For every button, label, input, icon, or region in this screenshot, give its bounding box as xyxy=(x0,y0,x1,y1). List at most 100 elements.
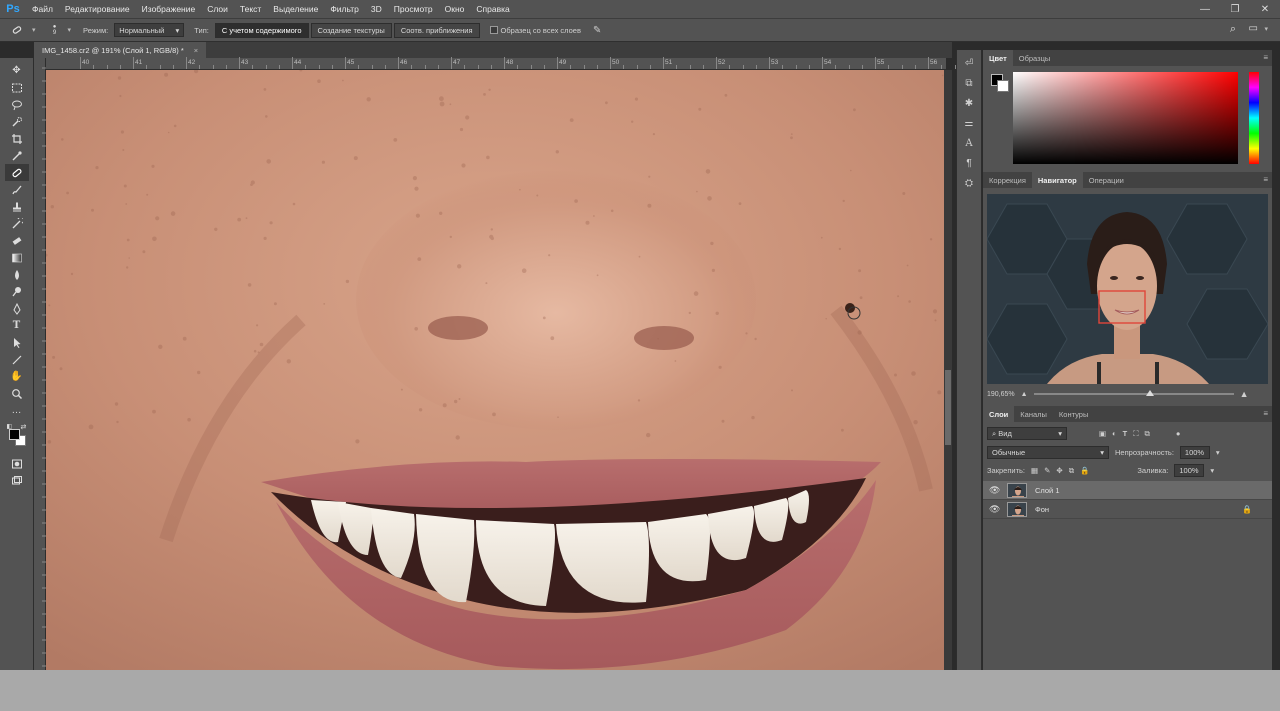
tab-actions[interactable]: Операции xyxy=(1083,172,1130,188)
workspace-icon[interactable]: ▭ xyxy=(1249,23,1258,34)
type-content-aware-button[interactable]: С учетом содержимого xyxy=(214,22,309,38)
filter-pixel-icon[interactable]: ▣ xyxy=(1099,429,1106,438)
filter-shape-icon[interactable]: ⛶ xyxy=(1133,429,1138,439)
layer-filter-select[interactable]: ⌕ Вид ▾ xyxy=(987,427,1067,440)
menu-item[interactable]: Справка xyxy=(470,4,515,14)
vertical-scrollbar[interactable] xyxy=(944,70,952,670)
swap-colors-icon[interactable]: ⇄ xyxy=(21,423,27,431)
gradient-tool-icon[interactable] xyxy=(5,249,29,266)
panel-menu-icon[interactable]: ≡ xyxy=(1263,409,1268,418)
chevron-down-icon[interactable]: ▾ xyxy=(1210,466,1214,475)
quick-mask-icon[interactable] xyxy=(5,455,29,472)
layer-row[interactable]: 👁 Фон 🔒 xyxy=(983,500,1272,519)
lock-pixels-icon[interactable]: ✎ xyxy=(1044,466,1050,475)
foreground-color-swatch[interactable] xyxy=(8,429,20,440)
visibility-eye-icon[interactable]: 👁 xyxy=(989,504,1000,515)
type-proximity-match-button[interactable]: Соотв. приближения xyxy=(393,22,480,38)
blend-mode-select[interactable]: Обычные ▾ xyxy=(987,446,1109,459)
crop-tool-icon[interactable] xyxy=(5,130,29,147)
menu-item[interactable]: Фильтр xyxy=(324,4,365,14)
lasso-tool-icon[interactable] xyxy=(5,96,29,113)
hue-slider[interactable] xyxy=(1249,72,1259,164)
properties-panel-icon[interactable]: ⧉ xyxy=(959,74,979,92)
mode-select[interactable]: Нормальный ▾ xyxy=(114,23,185,37)
tab-layers[interactable]: Слои xyxy=(983,406,1015,422)
move-tool-icon[interactable]: ✥ xyxy=(5,62,29,79)
panel-menu-icon[interactable]: ≡ xyxy=(1263,175,1268,184)
layer-row[interactable]: 👁 Слой 1 xyxy=(983,481,1272,500)
healing-brush-tool-icon[interactable] xyxy=(4,164,29,181)
search-icon[interactable]: ⌕ xyxy=(1230,23,1236,36)
history-brush-tool-icon[interactable] xyxy=(5,215,29,232)
opacity-input[interactable]: 100% xyxy=(1179,446,1210,459)
brush-tool-icon[interactable] xyxy=(5,181,29,198)
tab-adjustments[interactable]: Коррекция xyxy=(983,172,1032,188)
tab-swatches[interactable]: Образцы xyxy=(1013,50,1057,66)
tab-close-icon[interactable]: × xyxy=(194,46,198,55)
color-picker-field[interactable] xyxy=(1013,72,1238,164)
menu-item[interactable]: Изображение xyxy=(136,4,202,14)
scrollbar-thumb[interactable] xyxy=(945,370,951,445)
eraser-tool-icon[interactable] xyxy=(5,232,29,249)
healing-brush-icon[interactable] xyxy=(8,22,26,38)
menu-item[interactable]: Слои xyxy=(201,4,234,14)
panel-menu-icon[interactable]: ≡ xyxy=(1263,53,1268,62)
tab-channels[interactable]: Каналы xyxy=(1014,406,1053,422)
menu-item[interactable]: 3D xyxy=(365,4,388,14)
pen-tool-icon[interactable] xyxy=(5,300,29,317)
tab-navigator[interactable]: Навигатор xyxy=(1031,172,1083,188)
menu-item[interactable]: Редактирование xyxy=(59,4,136,14)
filter-adjustment-icon[interactable]: ◐ xyxy=(1112,429,1117,438)
menu-item[interactable]: Файл xyxy=(26,4,59,14)
navigator-zoom-value[interactable]: 190,65% xyxy=(987,391,1015,398)
eyedropper-tool-icon[interactable] xyxy=(5,147,29,164)
document-canvas[interactable] xyxy=(46,70,944,670)
paragraph-panel-icon[interactable]: ¶ xyxy=(959,154,979,172)
filter-toggle-icon[interactable]: ● xyxy=(1176,429,1181,438)
sample-all-layers-checkbox[interactable]: Образец со всех слоев xyxy=(489,26,581,35)
zoom-tool-icon[interactable] xyxy=(5,385,29,402)
blur-tool-icon[interactable] xyxy=(5,266,29,283)
brush-chevron-icon[interactable]: ▾ xyxy=(68,26,72,34)
lock-transparency-icon[interactable]: ▦ xyxy=(1031,466,1038,475)
type-create-texture-button[interactable]: Создание текстуры xyxy=(310,22,392,38)
filter-smart-object-icon[interactable]: ⧉ xyxy=(1144,429,1149,439)
tab-color[interactable]: Цвет xyxy=(983,50,1013,66)
menu-item[interactable]: Текст xyxy=(234,4,267,14)
menu-item[interactable]: Просмотр xyxy=(388,4,439,14)
line-tool-icon[interactable] xyxy=(5,351,29,368)
character-panel-icon[interactable]: A xyxy=(959,134,979,152)
menu-item[interactable]: Выделение xyxy=(267,4,324,14)
lock-artboard-icon[interactable]: ⧉ xyxy=(1069,466,1074,476)
history-panel-icon[interactable]: ⏎ xyxy=(959,54,979,72)
dodge-tool-icon[interactable] xyxy=(5,283,29,300)
brushes-panel-icon[interactable]: ✱ xyxy=(959,94,979,112)
brush-size-picker[interactable]: ● 9 xyxy=(48,24,62,36)
fill-input[interactable]: 100% xyxy=(1174,464,1205,477)
filter-type-icon[interactable]: T xyxy=(1123,429,1128,438)
more-tools-icon[interactable]: … xyxy=(5,402,29,419)
tab-paths[interactable]: Контуры xyxy=(1053,406,1094,422)
background-color-swatch[interactable] xyxy=(997,80,1009,92)
navigator-zoom-slider[interactable] xyxy=(1033,390,1234,396)
layer-thumbnail[interactable] xyxy=(1007,482,1027,498)
chevron-down-icon[interactable]: ▾ xyxy=(1216,448,1220,457)
minimize-icon[interactable]: — xyxy=(1190,0,1220,18)
pressure-size-icon[interactable]: ✎ xyxy=(593,25,601,36)
color-swatches[interactable]: ◧ ⇄ xyxy=(5,423,29,451)
lock-position-icon[interactable]: ✥ xyxy=(1056,466,1062,475)
workspace-chevron-icon[interactable]: ▾ xyxy=(1264,25,1268,33)
hand-tool-icon[interactable]: ✋ xyxy=(5,368,29,385)
lock-all-icon[interactable]: 🔒 xyxy=(1080,466,1089,475)
path-selection-tool-icon[interactable] xyxy=(5,334,29,351)
marquee-tool-icon[interactable] xyxy=(5,79,29,96)
visibility-eye-icon[interactable]: 👁 xyxy=(989,485,1000,496)
document-tab[interactable]: IMG_1458.cr2 @ 191% (Слой 1, RGB/8) * × xyxy=(34,42,207,58)
clone-stamp-tool-icon[interactable] xyxy=(5,198,29,215)
navigator-preview[interactable] xyxy=(987,194,1268,384)
quick-selection-tool-icon[interactable] xyxy=(5,113,29,130)
menu-item[interactable]: Окно xyxy=(439,4,471,14)
slider-knob[interactable] xyxy=(1145,390,1154,396)
tool-preset-chevron-icon[interactable]: ▾ xyxy=(32,26,36,34)
zoom-out-icon[interactable]: ▲ xyxy=(1021,391,1028,398)
